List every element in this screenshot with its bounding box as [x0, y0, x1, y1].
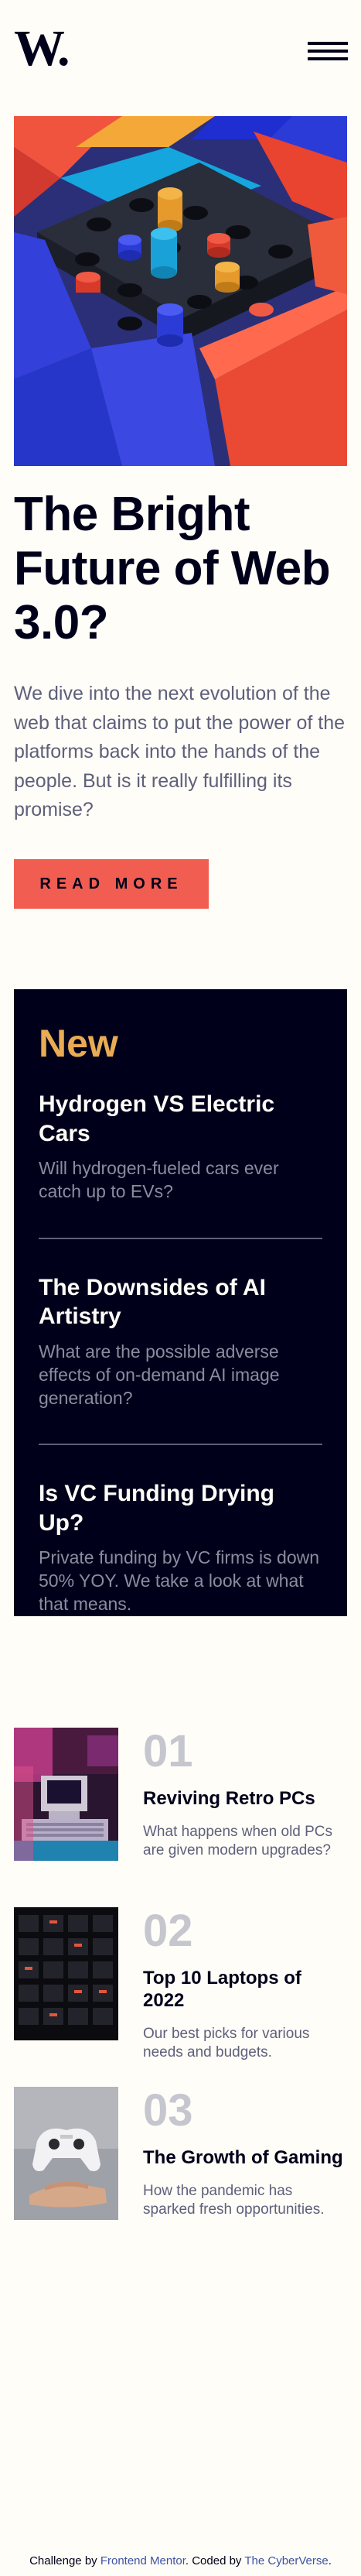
- new-item: Is VC Funding Drying Up? Private funding…: [39, 1444, 322, 1650]
- new-item: Hydrogen VS Electric Cars Will hydrogen-…: [39, 1090, 322, 1238]
- site-footer: Challenge by Frontend Mentor. Coded by T…: [0, 2554, 361, 2567]
- list-item-number: 02: [143, 1906, 193, 1956]
- new-item-title[interactable]: Is VC Funding Drying Up?: [39, 1479, 322, 1537]
- footer-prefix: Challenge by: [29, 2554, 100, 2567]
- hamburger-menu-icon[interactable]: [308, 42, 348, 60]
- new-item-description: Will hydrogen-fueled cars ever catch up …: [39, 1158, 279, 1201]
- hero-title: The Bright Future of Web 3.0?: [14, 488, 331, 650]
- menu-line: [308, 57, 348, 60]
- list-item-description: Our best picks for various needs and bud…: [143, 2025, 310, 2061]
- list-item-number: 03: [143, 2085, 193, 2136]
- list-item: 03 The Growth of Gaming How the pandemic…: [14, 2087, 347, 2220]
- site-logo[interactable]: W.: [14, 23, 70, 74]
- list-item-title[interactable]: Top 10 Laptops of 2022: [143, 1968, 347, 2012]
- list-item-description: What happens when old PCs are given mode…: [143, 1823, 333, 1859]
- list-item-text: 02 Top 10 Laptops of 2022 Our best picks…: [143, 1906, 347, 2061]
- hero-description: We dive into the next evolution of the w…: [14, 683, 346, 820]
- list-item-number: 01: [143, 1726, 193, 1776]
- new-articles-panel: New Hydrogen VS Electric Cars Will hydro…: [14, 989, 347, 1616]
- new-item: The Downsides of AI Artistry What are th…: [39, 1237, 322, 1444]
- retro-pc-thumbnail: [14, 1728, 118, 1861]
- new-item-title[interactable]: Hydrogen VS Electric Cars: [39, 1090, 322, 1148]
- frontend-mentor-link[interactable]: Frontend Mentor: [100, 2554, 186, 2567]
- site-header: W.: [0, 0, 361, 108]
- list-item-title[interactable]: The Growth of Gaming: [143, 2147, 347, 2170]
- footer-suffix: .: [328, 2554, 332, 2567]
- list-item-text: 03 The Growth of Gaming How the pandemic…: [143, 2087, 347, 2220]
- menu-line: [308, 50, 348, 53]
- new-item-description: What are the possible adverse effects of…: [39, 1341, 280, 1408]
- gamepad-thumbnail: [14, 2087, 118, 2220]
- menu-line: [308, 42, 348, 45]
- hero-image: [14, 116, 347, 466]
- list-item: 01 Reviving Retro PCs What happens when …: [14, 1728, 347, 1861]
- new-item-title[interactable]: The Downsides of AI Artistry: [39, 1273, 322, 1331]
- list-item-description: How the pandemic has sparked fresh oppor…: [143, 2182, 325, 2218]
- numbered-articles-list: 01 Reviving Retro PCs What happens when …: [14, 1728, 347, 2266]
- new-item-description: Private funding by VC firms is down 50% …: [39, 1547, 320, 1615]
- list-item-title[interactable]: Reviving Retro PCs: [143, 1788, 347, 1810]
- list-item: 02 Top 10 Laptops of 2022 Our best picks…: [14, 1906, 347, 2061]
- list-item-text: 01 Reviving Retro PCs What happens when …: [143, 1728, 347, 1861]
- read-more-button[interactable]: Read more: [14, 859, 209, 909]
- footer-middle: . Coded by: [185, 2554, 245, 2567]
- new-heading: New: [39, 1022, 118, 1065]
- author-link[interactable]: The CyberVerse: [244, 2554, 328, 2567]
- keyboard-thumbnail: [14, 1907, 118, 2040]
